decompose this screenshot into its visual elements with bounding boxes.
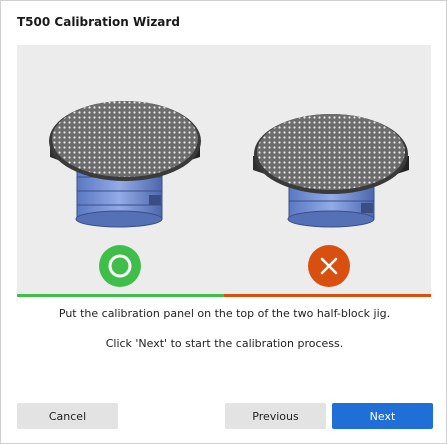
calibration-wizard-dialog: T500 Calibration Wizard Put the calibrat… <box>0 0 447 444</box>
instruction-text: Put the calibration panel on the top of … <box>58 307 391 320</box>
x-icon <box>308 245 350 287</box>
previous-button[interactable]: Previous <box>225 403 326 429</box>
circle-ok-icon <box>99 245 141 287</box>
dialog-title: T500 Calibration Wizard <box>17 15 180 29</box>
correct-setup-illustration <box>49 101 201 228</box>
illustration-svg <box>49 101 409 287</box>
illustration-panel <box>17 45 431 296</box>
incorrect-setup-illustration <box>253 114 409 228</box>
next-hint-text: Click 'Next' to start the calibration pr… <box>105 337 344 350</box>
incorrect-indicator-bar <box>224 294 431 297</box>
cancel-button[interactable]: Cancel <box>17 403 118 429</box>
next-button[interactable]: Next <box>332 403 433 429</box>
correct-indicator-bar <box>17 294 224 297</box>
